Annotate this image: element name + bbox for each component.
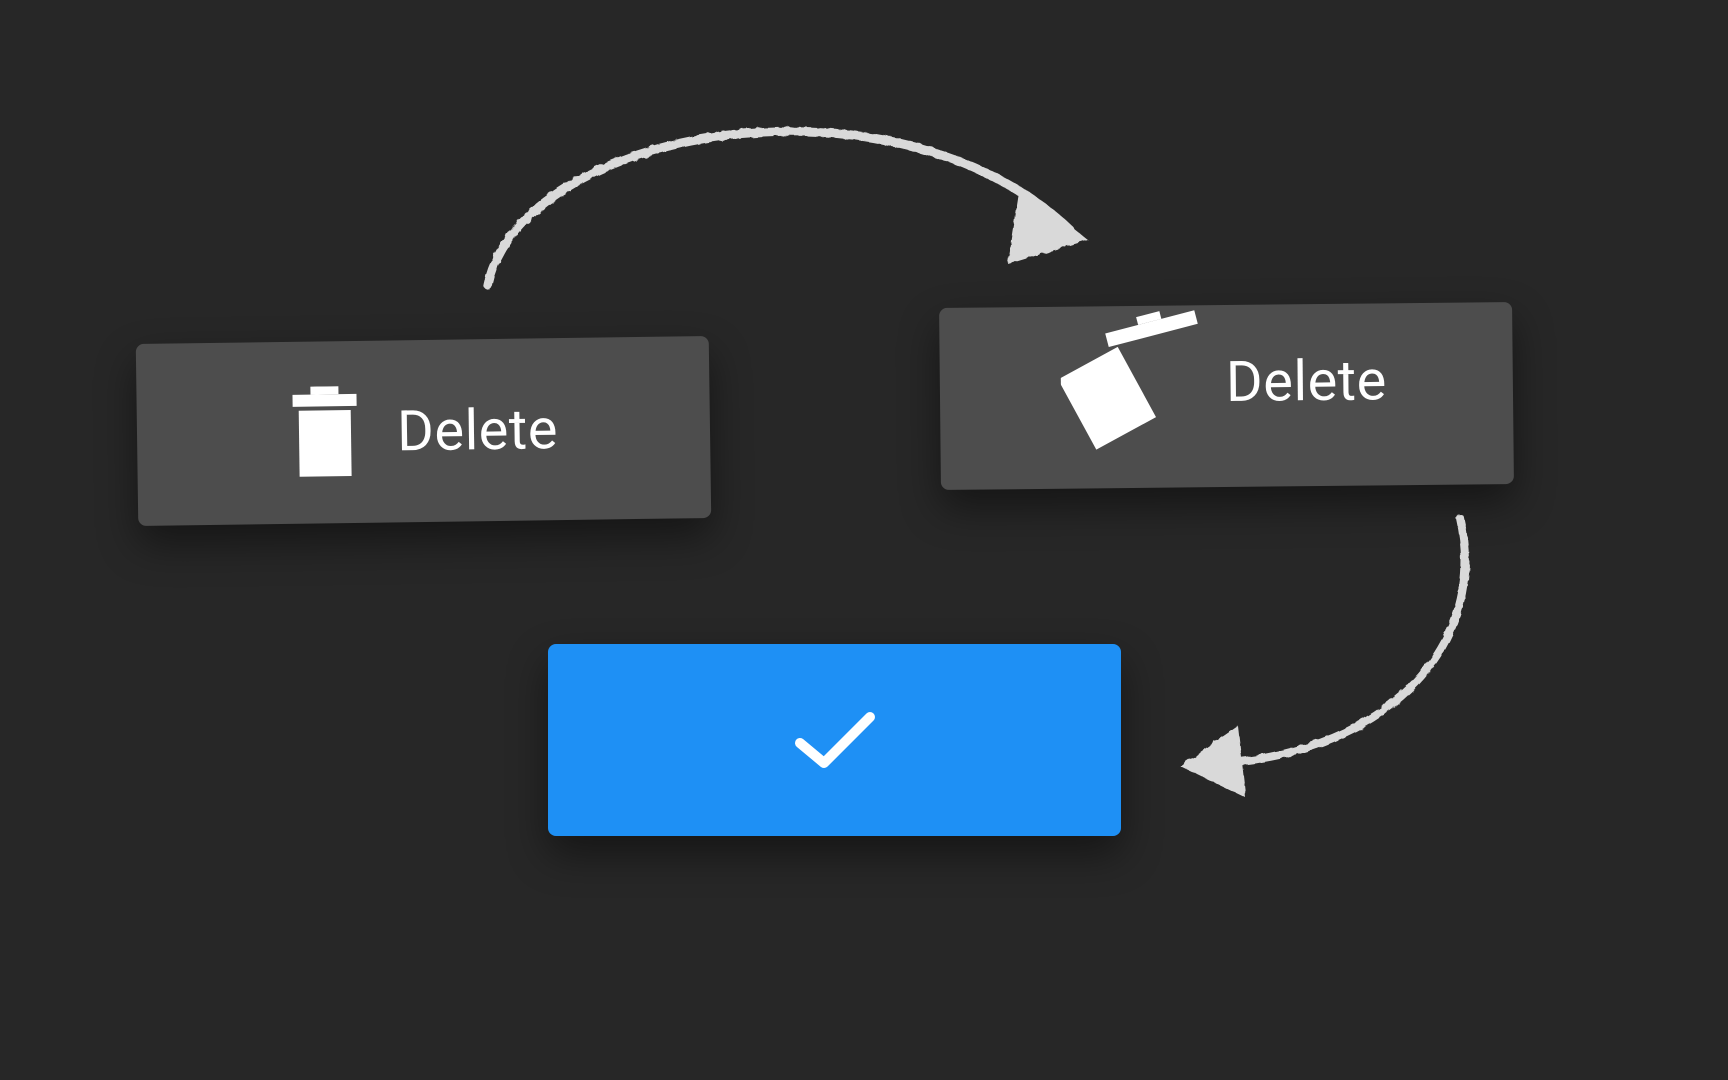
trash-icon [288, 386, 361, 479]
confirm-button[interactable] [548, 644, 1121, 836]
delete-button-normal-label: Delete [397, 396, 559, 464]
delete-button-hover[interactable]: Delete [939, 302, 1514, 490]
diagram-stage: Delete Delete [0, 0, 1728, 1080]
delete-button-normal[interactable]: Delete [136, 336, 711, 526]
trash-open-icon [1065, 326, 1206, 467]
checkmark-icon [790, 705, 880, 775]
arrow-normal-to-hover [460, 90, 1140, 320]
delete-button-hover-label: Delete [1226, 347, 1387, 415]
arrow-hover-to-confirm [1130, 500, 1510, 820]
